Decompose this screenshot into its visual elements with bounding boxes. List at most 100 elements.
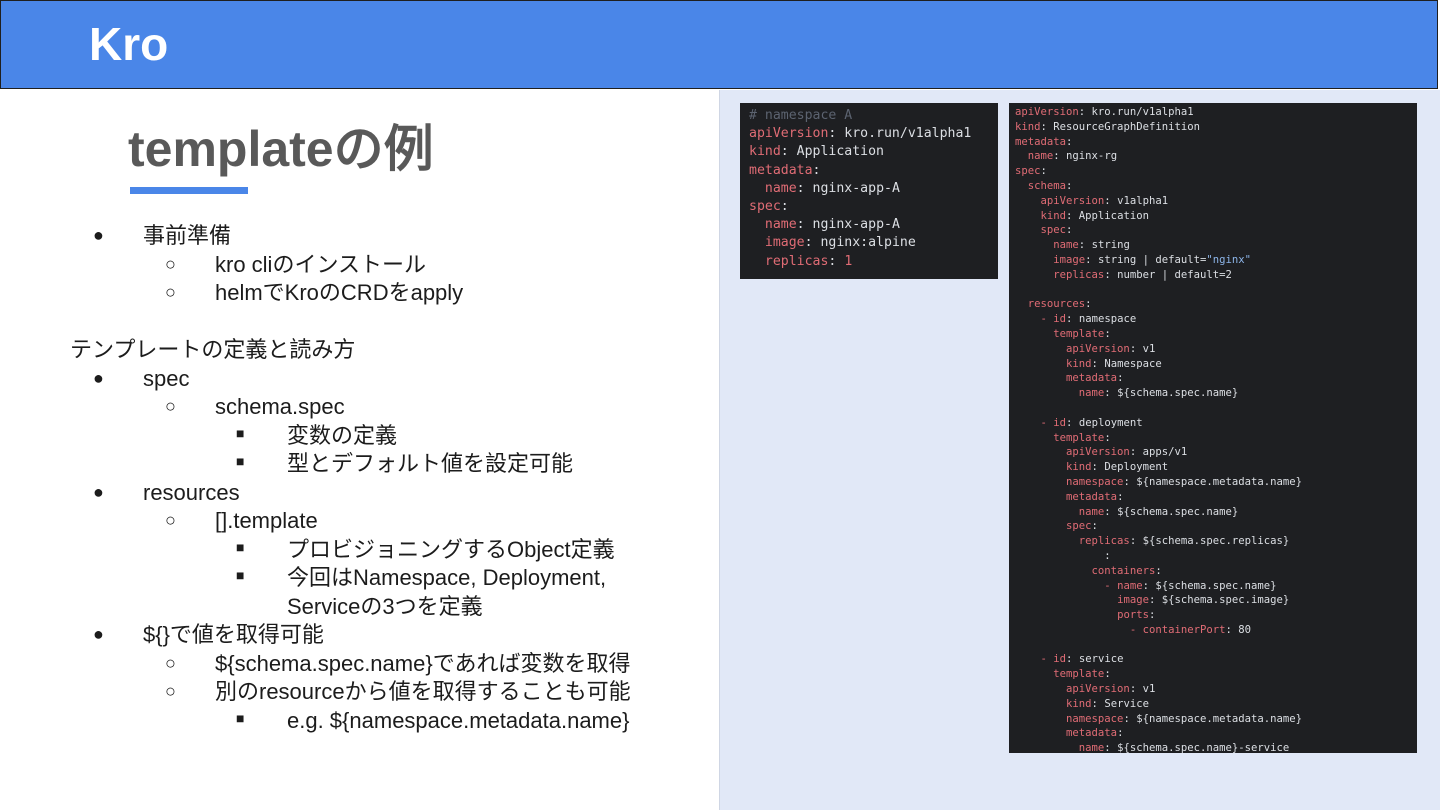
code-token: image <box>764 235 805 251</box>
code-token: spec <box>1015 165 1041 178</box>
code-token: v1alpha1 <box>1117 194 1169 207</box>
code-line: - id: namespace <box>1015 312 1417 327</box>
code-token: spec <box>749 199 781 215</box>
code-token: : <box>1053 150 1067 163</box>
code-line: spec: <box>749 198 998 216</box>
code-token: replicas <box>764 253 829 269</box>
code-token: namespace <box>1066 712 1124 725</box>
bullet-marker: ● <box>93 367 104 388</box>
code-token: : <box>1104 268 1118 281</box>
code-token: ports <box>1117 609 1149 622</box>
code-token: v1 <box>1142 683 1156 696</box>
code-token: : <box>1129 446 1143 459</box>
code-token: : <box>1066 179 1079 192</box>
code-token: kind <box>1015 120 1041 133</box>
code-line: apiVersion: v1 <box>1015 682 1417 697</box>
bullet-marker: ○ <box>165 253 176 274</box>
code-line: spec: <box>1015 164 1417 179</box>
code-line: metadata: <box>749 162 998 180</box>
code-token: Deployment <box>1104 461 1169 474</box>
code-token: replicas <box>1078 535 1130 548</box>
code-token: name <box>1078 742 1105 755</box>
slide-header-bar: Kro <box>0 0 1438 89</box>
code-token: metadata <box>749 162 813 178</box>
code-token: : <box>1066 209 1079 222</box>
code-token: : <box>1085 253 1098 266</box>
code-token: : <box>1225 623 1239 636</box>
code-line: apiVersion: kro.run/v1alpha1 <box>749 125 998 143</box>
code-token: : <box>1104 387 1118 400</box>
bullet-marker: ■ <box>236 709 245 726</box>
code-line: name: nginx-rg <box>1015 149 1417 164</box>
code-token: name <box>1078 505 1105 518</box>
code-token: : <box>1066 313 1079 326</box>
code-token: nginx-app-A <box>812 180 900 196</box>
bullet-text: プロビジョニングするObject定義 <box>287 536 615 562</box>
code-token: image <box>1117 594 1149 607</box>
code-token: id <box>1053 416 1067 429</box>
code-token: name <box>1117 579 1143 592</box>
code-token: ${schema.spec.name} <box>1117 387 1239 400</box>
code-token: deployment <box>1078 416 1143 429</box>
code-token: - <box>1040 416 1054 429</box>
code-token: name <box>1078 387 1105 400</box>
code-token: : <box>1091 461 1105 474</box>
code-line: replicas: ${schema.spec.replicas} <box>1015 534 1417 549</box>
code-line: kind: ResourceGraphDefinition <box>1015 120 1417 135</box>
code-token: : <box>828 126 845 142</box>
bullet-marker: ■ <box>236 453 245 469</box>
code-line: - id: service <box>1015 652 1417 667</box>
code-line: kind: Application <box>749 143 998 161</box>
code-token: kro.run/v1alpha1 <box>844 126 972 142</box>
code-token: : <box>1104 549 1111 562</box>
code-token: kind <box>1066 461 1092 474</box>
code-token: string | default= <box>1097 253 1207 266</box>
code-token: : <box>1123 712 1137 725</box>
code-token: : <box>1129 535 1143 548</box>
code-token: : <box>1078 239 1092 252</box>
code-token: : <box>796 180 813 196</box>
code-token: : <box>1142 579 1156 592</box>
code-token: metadata <box>1066 372 1118 385</box>
code-token: kind <box>1066 697 1092 710</box>
code-token: - <box>1040 313 1054 326</box>
code-token: ${schema.spec.image} <box>1161 594 1290 607</box>
code-token: spec <box>1066 520 1092 533</box>
bullet-text: [].template <box>215 508 318 533</box>
code-line: metadata: <box>1015 371 1417 386</box>
code-line: name: nginx-app-A <box>749 180 998 198</box>
bullet-text: 別のresourceから値を取得することも可能 <box>215 679 631 704</box>
code-token: id <box>1053 653 1067 666</box>
bullet-text: 型とデフォルト値を設定可能 <box>287 451 574 476</box>
code-token: : <box>1123 475 1137 488</box>
code-token: name <box>764 217 797 233</box>
code-token: apiVersion <box>749 126 829 142</box>
code-token: - <box>1104 579 1118 592</box>
code-token: kind <box>1040 209 1067 222</box>
code-token: ${namespace.metadata.name} <box>1136 712 1303 725</box>
slide-title: templateの例 <box>128 121 434 177</box>
code-token: : <box>1104 742 1118 755</box>
code-token: 1 <box>844 253 853 269</box>
code-token: 80 <box>1238 623 1252 636</box>
code-token: kind <box>1066 357 1092 370</box>
